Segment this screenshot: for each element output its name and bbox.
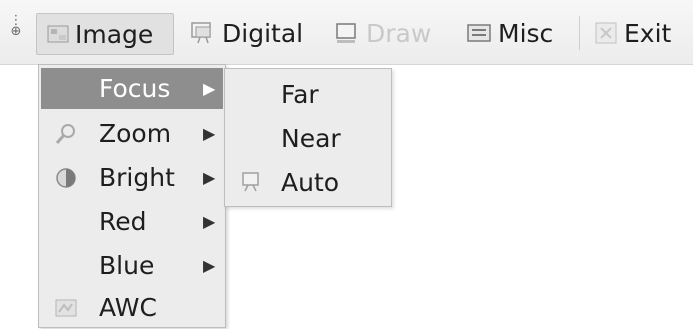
menu-separator xyxy=(579,16,580,50)
draw-icon xyxy=(336,23,356,43)
menu-item-bright[interactable]: Bright ▶ xyxy=(41,157,223,198)
menu-item-zoom-label: Zoom xyxy=(99,119,172,148)
image-icon xyxy=(47,25,69,43)
exit-icon xyxy=(595,22,617,44)
menu-item-zoom[interactable]: Zoom ▶ xyxy=(41,113,223,154)
submenu-item-auto-label: Auto xyxy=(281,167,340,197)
submenu-arrow-icon: ▶ xyxy=(203,212,216,231)
submenu-item-near[interactable]: Near xyxy=(225,117,391,159)
submenu-arrow-icon: ▶ xyxy=(203,124,216,143)
menu-draw[interactable]: Draw xyxy=(334,13,431,53)
menu-item-blue-label: Blue xyxy=(99,251,155,280)
submenu-arrow-icon: ▶ xyxy=(203,79,216,98)
menu-image-label: Image xyxy=(75,19,154,49)
focus-submenu: Far Near Auto xyxy=(224,68,392,207)
menu-item-focus-label: Focus xyxy=(99,74,171,103)
menu-item-focus[interactable]: Focus ▶ xyxy=(41,68,223,109)
menu-digital-label: Digital xyxy=(222,18,304,48)
submenu-item-auto[interactable]: Auto xyxy=(225,161,391,203)
menu-item-red-label: Red xyxy=(99,207,147,236)
awc-icon xyxy=(55,299,77,316)
toolbar-grip-icon[interactable]: ⋮ ⊕ xyxy=(8,14,24,49)
submenu-arrow-icon: ▶ xyxy=(203,256,216,275)
menu-bar: ⋮ ⊕ Image Digital Draw Misc Exit xyxy=(0,0,693,65)
menu-item-awc-label: AWC xyxy=(99,293,157,322)
menu-exit[interactable]: Exit xyxy=(594,13,671,53)
menu-item-red[interactable]: Red ▶ xyxy=(41,201,223,242)
menu-item-bright-label: Bright xyxy=(99,163,175,192)
menu-exit-label: Exit xyxy=(624,18,672,48)
menu-draw-label: Draw xyxy=(366,18,432,48)
menu-digital[interactable]: Digital xyxy=(190,13,303,53)
menu-image[interactable]: Image xyxy=(36,13,174,55)
submenu-item-far-label: Far xyxy=(281,79,319,109)
menu-item-blue[interactable]: Blue ▶ xyxy=(41,245,223,286)
bright-icon xyxy=(56,167,76,188)
menu-misc[interactable]: Misc xyxy=(466,13,553,53)
menu-misc-label: Misc xyxy=(498,18,554,48)
submenu-item-near-label: Near xyxy=(281,123,341,153)
misc-icon xyxy=(467,24,491,42)
image-dropdown-menu: Focus ▶ Zoom ▶ Bright ▶ Red ▶ Blue ▶ AWC xyxy=(38,64,226,328)
menu-item-awc[interactable]: AWC xyxy=(41,287,223,328)
magnifier-icon xyxy=(55,123,75,144)
submenu-arrow-icon: ▶ xyxy=(203,168,216,187)
auto-icon xyxy=(242,172,259,192)
submenu-item-far[interactable]: Far xyxy=(225,73,391,115)
digital-icon xyxy=(191,22,211,44)
